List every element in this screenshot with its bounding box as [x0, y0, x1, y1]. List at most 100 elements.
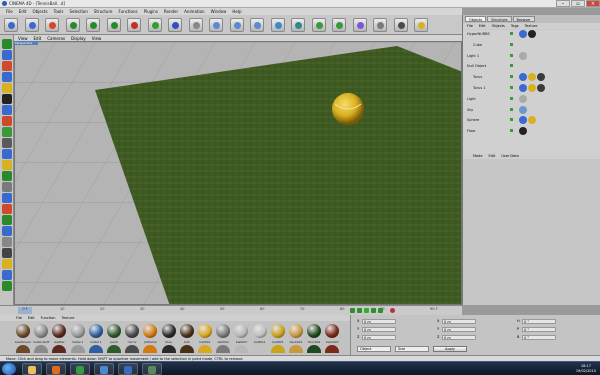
object-tag-icon[interactable]: [519, 73, 527, 82]
object-row[interactable]: Floor: [463, 127, 600, 136]
redo-icon[interactable]: [24, 18, 39, 32]
viewport-tab[interactable]: Perspective: [14, 41, 38, 45]
material-swatch[interactable]: [107, 345, 121, 353]
material-swatch[interactable]: [325, 324, 340, 338]
scene-icon[interactable]: [373, 18, 387, 32]
object-tag-icon[interactable]: [537, 84, 545, 92]
menu-render[interactable]: Render: [164, 9, 178, 14]
material-swatch[interactable]: [252, 324, 267, 338]
coordinate-field[interactable]: 0 m: [362, 327, 396, 332]
menu-file[interactable]: File: [6, 9, 13, 14]
menu-tools[interactable]: Tools: [54, 9, 64, 14]
deformer-icon[interactable]: [352, 18, 367, 32]
material-swatch[interactable]: [34, 345, 49, 353]
object-tag-icon[interactable]: [519, 84, 527, 92]
tool-icon[interactable]: [2, 248, 12, 258]
material-swatch[interactable]: [325, 345, 340, 353]
mat-menu-function[interactable]: Function: [41, 316, 56, 320]
object-row[interactable]: Sky: [463, 105, 600, 115]
next-frame-icon[interactable]: [371, 308, 376, 313]
tool-icon[interactable]: [2, 270, 12, 280]
visibility-check-icon[interactable]: [510, 86, 513, 89]
size-mode-select[interactable]: Size: [395, 346, 429, 352]
obj-menu-texture[interactable]: Texture: [525, 24, 538, 28]
tool-icon[interactable]: [2, 127, 12, 137]
y-axis-icon[interactable]: [147, 18, 162, 32]
object-row[interactable]: Torus: [463, 73, 600, 82]
material-swatch[interactable]: [270, 345, 285, 353]
mat-menu-file[interactable]: File: [16, 316, 22, 320]
mat-menu-texture[interactable]: Texture: [62, 316, 75, 320]
tool-icon[interactable]: [2, 226, 12, 236]
attr-menu-mode[interactable]: Mode: [473, 154, 483, 158]
visibility-check-icon[interactable]: [510, 53, 513, 57]
object-tag-icon[interactable]: [519, 94, 527, 103]
maximize-button[interactable]: ▫: [571, 0, 585, 7]
visibility-check-icon[interactable]: [510, 42, 513, 46]
visibility-check-icon[interactable]: [510, 32, 513, 35]
material-swatch[interactable]: [307, 345, 322, 353]
timeline[interactable]: 0 F 10 20 30 40 50 60 70 80 90 90 F: [0, 305, 462, 315]
object-tag-icon[interactable]: [519, 127, 527, 136]
menu-help[interactable]: Help: [232, 9, 241, 14]
light-icon[interactable]: [414, 18, 428, 32]
material-swatch[interactable]: [70, 324, 85, 338]
coordinate-field[interactable]: 0 m: [362, 319, 396, 324]
material-swatch[interactable]: [125, 324, 140, 338]
material-swatch[interactable]: [16, 324, 30, 338]
tool-icon[interactable]: [2, 215, 12, 225]
attr-menu-userdata[interactable]: User Data: [501, 154, 518, 158]
object-row[interactable]: Sphere: [463, 116, 600, 125]
viewport-menu-view[interactable]: View: [18, 36, 28, 41]
material-swatch[interactable]: [161, 345, 176, 353]
tool-icon[interactable]: [2, 237, 12, 247]
object-row[interactable]: Light: [463, 94, 600, 104]
material-swatch[interactable]: [52, 324, 67, 338]
frame-start-field[interactable]: 0 F: [18, 307, 32, 314]
close-button[interactable]: ×: [586, 0, 600, 7]
firefox-icon[interactable]: [46, 363, 66, 375]
material-swatch[interactable]: [289, 345, 303, 353]
menu-animation[interactable]: Animation: [184, 9, 204, 14]
obj-menu-objects[interactable]: Objects: [492, 24, 505, 28]
x-axis-icon[interactable]: [127, 18, 141, 32]
material-swatch[interactable]: [289, 324, 303, 338]
explorer-icon[interactable]: [22, 363, 42, 375]
coordinate-field[interactable]: 0 m: [362, 335, 396, 340]
record-icon[interactable]: [390, 308, 395, 313]
viewport-menu-cameras[interactable]: Cameras: [47, 36, 65, 41]
visibility-check-icon[interactable]: [510, 75, 513, 79]
tool-icon[interactable]: [2, 160, 12, 170]
menu-structure[interactable]: Structure: [94, 9, 113, 14]
tool-icon[interactable]: [2, 61, 12, 71]
material-swatch[interactable]: [143, 345, 158, 353]
object-tag-icon[interactable]: [528, 84, 536, 92]
tool-icon[interactable]: [2, 50, 12, 60]
tool-icon[interactable]: [2, 105, 12, 115]
tool-icon[interactable]: [2, 83, 12, 93]
nurbs-icon[interactable]: [311, 18, 326, 32]
tab-structure[interactable]: Structure: [487, 16, 512, 22]
material-swatch[interactable]: [161, 324, 176, 338]
tool-icon[interactable]: [2, 72, 12, 82]
start-button[interactable]: [2, 363, 16, 375]
object-row[interactable]: HyperNURBS: [463, 30, 600, 39]
menu-objects[interactable]: Objects: [32, 9, 47, 14]
tool-icon[interactable]: [2, 281, 12, 291]
tool-icon[interactable]: [2, 182, 12, 192]
scale-icon[interactable]: [86, 18, 100, 32]
coordinate-field[interactable]: 0 m: [442, 319, 476, 324]
material-swatch[interactable]: [307, 324, 322, 338]
material-swatch[interactable]: [179, 345, 194, 353]
coordinate-field[interactable]: 0 °: [522, 319, 556, 324]
rotate-icon[interactable]: [106, 18, 121, 32]
coordinate-field[interactable]: 0 m: [442, 327, 476, 332]
media-icon[interactable]: [94, 363, 114, 375]
viewport-menu-display[interactable]: Display: [71, 36, 86, 41]
object-tag-icon[interactable]: [519, 105, 527, 114]
material-swatch[interactable]: [88, 345, 103, 353]
coordinate-field[interactable]: 0 °: [522, 335, 556, 340]
object-row[interactable]: Cube: [463, 41, 600, 50]
visibility-check-icon[interactable]: [510, 118, 513, 122]
visibility-check-icon[interactable]: [510, 107, 513, 111]
